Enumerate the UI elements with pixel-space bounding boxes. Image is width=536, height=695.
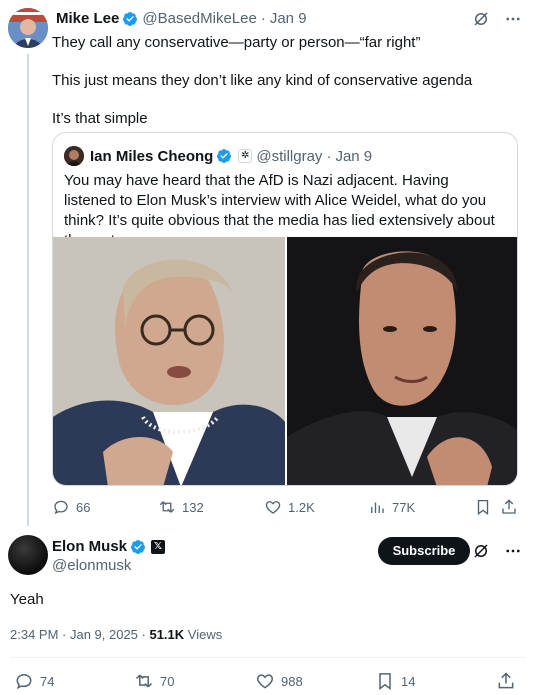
reply-icon <box>54 500 68 515</box>
like-icon <box>256 674 274 689</box>
like-button[interactable]: 988 <box>255 671 303 691</box>
tweet-line: It’s that simple <box>52 110 148 127</box>
author-handle[interactable]: @elonmusk <box>52 557 131 574</box>
divider <box>10 657 526 658</box>
quoted-tweet-card[interactable]: Ian Miles Cheong ✲ @stillgray · Jan 9 Yo… <box>52 132 518 486</box>
bookmark-count: 14 <box>401 673 416 689</box>
author-name[interactable]: Mike Lee <box>56 10 119 27</box>
share-icon <box>502 499 516 514</box>
x-affiliation-badge: 𝕏 <box>151 539 166 554</box>
like-count: 988 <box>281 673 303 689</box>
share-button[interactable] <box>496 671 516 691</box>
parent-tweet-header: Mike Lee @BasedMikeLee · Jan 9 <box>56 10 307 27</box>
media-photo-left[interactable] <box>53 237 285 485</box>
avatar[interactable] <box>64 146 84 166</box>
tweet-line: They call any conservative—party or pers… <box>52 34 421 51</box>
reply-button[interactable]: 74 <box>14 671 54 691</box>
main-tweet-text: Yeah <box>10 591 44 608</box>
views-count: 77K <box>392 499 416 515</box>
bookmark-icon <box>477 499 489 516</box>
parent-tweet-controls <box>472 10 522 28</box>
timestamp[interactable]: Jan 9 <box>270 10 307 27</box>
parent-tweet-text: They call any conservative—party or pers… <box>52 33 522 147</box>
repost-button[interactable]: 70 <box>134 671 174 691</box>
tweet-meta: 2:34 PM · Jan 9, 2025 · 51.1K Views <box>10 627 222 642</box>
author-handle[interactable]: @BasedMikeLee <box>142 10 256 27</box>
like-button[interactable]: 1.2K <box>264 498 315 516</box>
avatar[interactable] <box>8 8 48 48</box>
repost-count: 132 <box>182 499 204 515</box>
reply-icon <box>16 673 32 690</box>
tweet-line: This just means they don’t like any kind… <box>52 72 473 89</box>
author-name[interactable]: Elon Musk <box>52 538 127 555</box>
bookmark-icon <box>379 673 391 690</box>
media-photo-right[interactable] <box>287 237 517 485</box>
bookmark-button[interactable]: 14 <box>375 671 415 691</box>
author-name-row: Elon Musk 𝕏 <box>52 538 166 555</box>
author-handle[interactable]: @stillgray <box>256 148 322 165</box>
reply-count: 66 <box>76 499 91 515</box>
main-tweet-controls <box>472 542 522 560</box>
repost-button[interactable]: 132 <box>158 498 204 516</box>
affiliation-badge-icon: ✲ <box>238 149 253 163</box>
views-count: 51.1K <box>149 627 185 642</box>
repost-count: 70 <box>160 673 175 689</box>
grok-icon[interactable] <box>472 542 490 560</box>
avatar[interactable] <box>8 535 48 575</box>
share-icon <box>498 672 514 689</box>
repost-icon <box>159 501 175 513</box>
timestamp[interactable]: 2:34 PM · Jan 9, 2025 · <box>10 627 149 642</box>
verified-badge-icon <box>131 539 146 554</box>
grok-icon[interactable] <box>472 10 490 28</box>
bookmark-button[interactable] <box>474 498 492 516</box>
subscribe-button[interactable]: Subscribe <box>378 537 470 565</box>
reply-button[interactable]: 66 <box>52 498 90 516</box>
verified-badge-icon <box>123 11 138 26</box>
views-icon <box>371 502 384 513</box>
repost-icon <box>135 674 153 688</box>
views-button[interactable]: 77K <box>368 498 415 516</box>
separator: · <box>260 10 266 27</box>
quoted-tweet-media[interactable] <box>53 237 517 485</box>
like-icon <box>265 501 281 514</box>
reply-count: 74 <box>40 673 55 689</box>
separator: · <box>326 147 332 165</box>
more-icon[interactable] <box>504 542 522 560</box>
views-label: Views <box>184 627 223 642</box>
author-name[interactable]: Ian Miles Cheong <box>90 148 213 165</box>
verified-badge-icon <box>217 149 232 163</box>
thread-connector-line <box>27 54 29 526</box>
share-button[interactable] <box>500 498 518 516</box>
more-icon[interactable] <box>504 10 522 28</box>
quoted-tweet-header: Ian Miles Cheong ✲ @stillgray · Jan 9 <box>64 146 372 166</box>
timestamp[interactable]: Jan 9 <box>335 148 372 165</box>
like-count: 1.2K <box>288 499 315 515</box>
